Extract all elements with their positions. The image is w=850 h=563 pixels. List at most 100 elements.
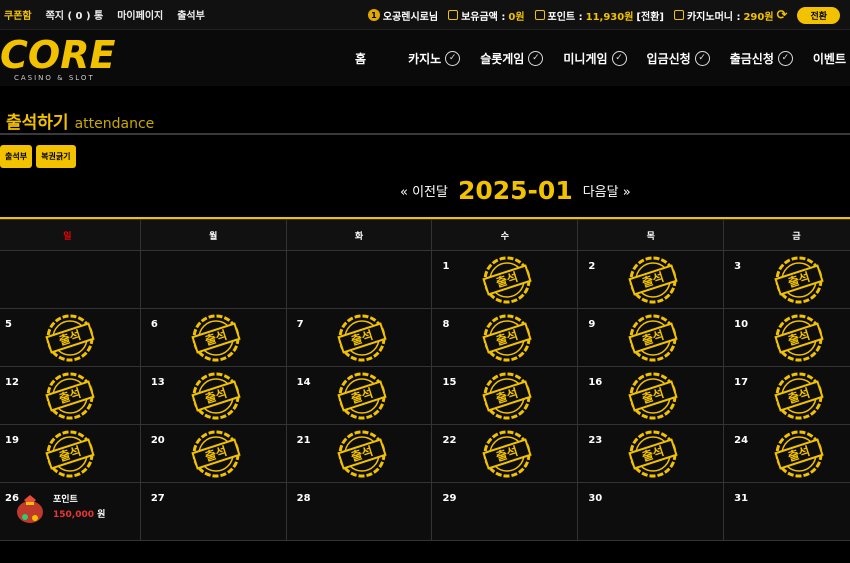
day-number: 8: [442, 319, 450, 330]
calendar-day-cell: 19 출석: [0, 424, 141, 483]
mypage-link[interactable]: 마이페이지: [117, 7, 163, 22]
points-value: 11,930원: [585, 11, 634, 23]
calendar-day-cell: 28: [285, 482, 433, 541]
calendar-day-cell: 26 포인트 150,000 원: [0, 482, 141, 541]
reward-amount: 150,000: [53, 510, 94, 520]
calendar-day-cell: 5 출석: [0, 308, 141, 367]
calendar-week-row: 26 포인트 150,000 원 27 28 29 30 31: [0, 482, 850, 541]
day-number: 29: [442, 493, 457, 504]
day-number: 7: [296, 319, 304, 330]
day-number: 19: [5, 435, 19, 446]
check-circle-icon: ✓: [611, 50, 627, 66]
day-number: 15: [442, 377, 457, 388]
attendance-stamp-icon: 출석: [337, 372, 387, 420]
main-nav: 홈 카지노 ✓ 슬롯게임 ✓ 미니게임 ✓ 입금신청 ✓ 출금신청 ✓ 이벤트: [355, 30, 850, 86]
day-number: 1: [442, 261, 450, 272]
nav-slot-label: 슬롯게임: [480, 51, 525, 66]
calendar-day-cell: 3 출석: [723, 250, 850, 309]
logo-main: CORE: [0, 33, 116, 77]
refresh-icon[interactable]: ⟳: [777, 8, 788, 23]
nav-event[interactable]: 이벤트: [813, 50, 846, 67]
weekday-fri: 금: [723, 219, 850, 251]
user-info: 1 오공렌시로님: [367, 8, 439, 23]
calendar-day-cell: 9 출석: [577, 308, 725, 367]
day-number: 20: [150, 435, 165, 446]
holding-amount: 보유금액 : 0원: [448, 8, 525, 23]
day-number: 10: [734, 319, 749, 330]
switch-button[interactable]: 전환: [797, 6, 840, 24]
attendance-stamp-icon: 출석: [45, 430, 95, 478]
attendance-calendar: 일 월 화 수 목 금 1 출석 2 출석 3 출석 5 출석 6 출석 7 출석 8 출석 9 출석 10 출석…: [0, 217, 850, 541]
day-number: 3: [734, 261, 742, 272]
site-logo[interactable]: CORE CASINO & SLOT: [0, 36, 115, 82]
stamp-text: 출석: [495, 443, 521, 464]
wallet-icon: [448, 10, 459, 20]
nav-slot[interactable]: 슬롯게임 ✓: [480, 50, 544, 67]
reward-box: 포인트 150,000 원: [13, 491, 105, 525]
calendar-day-cell: [139, 250, 287, 309]
attendance-book-button[interactable]: 출석부: [0, 145, 33, 168]
coupon-link[interactable]: 쿠폰함: [4, 7, 32, 22]
day-number: 22: [442, 435, 457, 446]
points-convert-link[interactable]: [전환]: [636, 8, 664, 23]
day-number: 13: [150, 377, 165, 388]
nav-deposit[interactable]: 입금신청 ✓: [647, 50, 710, 67]
calendar-week-row: 5 출석 6 출석 7 출석 8 출석 9 출석 10 출석: [0, 308, 850, 367]
stamp-text: 출석: [203, 327, 229, 348]
stamp-text: 출석: [786, 269, 812, 290]
level-icon: 1: [367, 9, 380, 21]
calendar-day-cell: 17 출석: [723, 366, 850, 425]
money-bag-icon: [17, 495, 43, 523]
nav-event-label: 이벤트: [812, 51, 846, 66]
stamp-text: 출석: [349, 443, 375, 464]
calendar-day-cell: 13 출석: [139, 366, 287, 425]
calendar-day-cell: 30: [577, 482, 725, 541]
calendar-day-cell: 7 출석: [285, 308, 433, 367]
top-bar: 쿠폰함 쪽지 ( 0 ) 통 마이페이지 출석부 1 오공렌시로님 보유금액 :…: [0, 0, 850, 30]
attendance-stamp-icon: 출석: [191, 372, 241, 420]
attendance-stamp-icon: 출석: [774, 430, 824, 478]
calendar-table: 일 월 화 수 목 금 1 출석 2 출석 3 출석 5 출석 6 출석 7 출석 8 출석 9 출석 10 출석…: [0, 219, 850, 541]
day-number: 28: [296, 493, 311, 504]
prev-month-link[interactable]: « 이전달: [400, 181, 448, 200]
nav-casino-label: 카지노: [408, 51, 442, 66]
calendar-day-cell: 2 출석: [577, 250, 725, 309]
nav-home-label: 홈: [355, 51, 367, 66]
attendance-stamp-icon: 출석: [482, 314, 533, 362]
attendance-stamp-icon: 출석: [191, 430, 241, 478]
attendance-stamp-icon: 출석: [45, 314, 95, 362]
day-number: 30: [588, 493, 603, 504]
calendar-day-cell: 22 출석: [431, 424, 579, 483]
weekday-tue: 화: [285, 219, 433, 251]
attendance-link[interactable]: 출석부: [177, 7, 205, 22]
stamp-text: 출석: [57, 385, 83, 406]
stamp-text: 출석: [786, 385, 812, 406]
calendar-day-cell: 23 출석: [577, 424, 725, 483]
calendar-day-cell: 31: [723, 482, 850, 541]
username: 오공렌시로님: [382, 11, 439, 23]
calendar-week-row: 12 출석 13 출석 14 출석 15 출석 16 출석 17 출석: [0, 366, 850, 425]
stamp-text: 출석: [203, 385, 229, 406]
calendar-week-row: 1 출석 2 출석 3 출석: [0, 250, 850, 309]
message-link[interactable]: 쪽지 ( 0 ) 통: [46, 7, 104, 22]
day-number: 5: [5, 319, 12, 330]
calendar-day-cell: [285, 250, 433, 309]
nav-mini-game-label: 미니게임: [563, 51, 608, 66]
nav-mini-game[interactable]: 미니게임 ✓: [563, 50, 627, 67]
nav-home[interactable]: 홈: [355, 50, 366, 67]
nav-withdraw-label: 출금신청: [729, 51, 774, 66]
nav-casino[interactable]: 카지노 ✓: [408, 50, 461, 67]
stamp-text: 출석: [349, 385, 375, 406]
check-circle-icon: ✓: [694, 50, 710, 66]
calendar-day-cell: [0, 250, 141, 309]
day-number: 23: [588, 435, 603, 446]
attendance-stamp-icon: 출석: [191, 314, 241, 362]
nav-withdraw[interactable]: 출금신청 ✓: [730, 50, 793, 67]
attendance-stamp-icon: 출석: [482, 430, 533, 478]
next-month-link[interactable]: 다음달 »: [583, 181, 631, 200]
day-number: 14: [296, 377, 311, 388]
stamp-text: 출석: [495, 269, 521, 290]
weekday-wed: 수: [431, 219, 579, 251]
stamp-text: 출석: [349, 327, 375, 348]
lottery-button[interactable]: 복권긁기: [36, 145, 76, 168]
